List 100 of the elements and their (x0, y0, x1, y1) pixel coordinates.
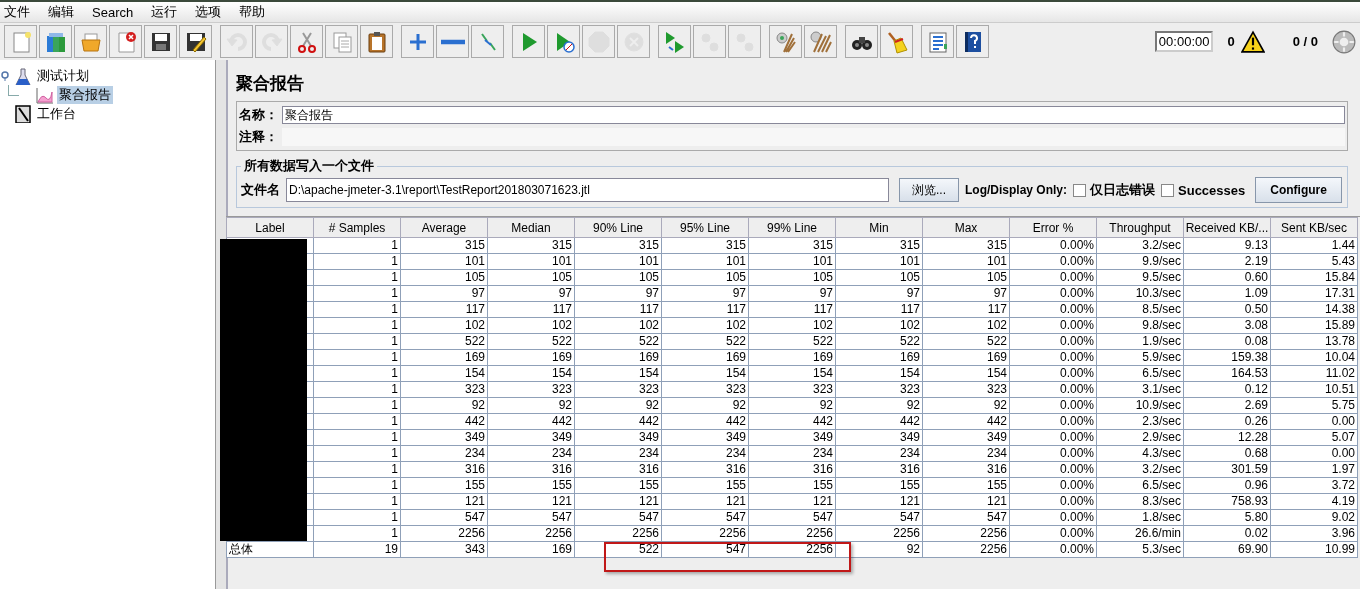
cut-button[interactable] (290, 25, 323, 58)
table-cell: 0.00% (1009, 461, 1097, 478)
table-cell: 0.50 (1183, 301, 1271, 318)
table-cell: 155 (748, 477, 836, 494)
table-cell: 0.00% (1009, 413, 1097, 430)
column-header[interactable]: Max (922, 217, 1010, 238)
column-header[interactable]: # Samples (313, 217, 401, 238)
clear-button[interactable] (769, 25, 802, 58)
table-cell: 0.00% (1009, 317, 1097, 334)
table-cell: 154 (400, 365, 488, 382)
table-cell: 9.5/sec (1096, 269, 1184, 286)
start-no-pause-button[interactable] (547, 25, 580, 58)
configure-button[interactable]: Configure (1255, 177, 1342, 203)
checkbox-label[interactable]: Successes (1178, 182, 1246, 198)
table-cell: 121 (922, 493, 1010, 510)
table-cell: 2256 (922, 525, 1010, 542)
table-cell: 3.2/sec (1096, 237, 1184, 254)
column-header[interactable]: Min (835, 217, 923, 238)
table-cell: 349 (922, 429, 1010, 446)
remote-start-button[interactable] (658, 25, 691, 58)
open-button[interactable] (74, 25, 107, 58)
column-header[interactable]: Received KB/... (1183, 217, 1271, 238)
table-cell: 1 (313, 477, 401, 494)
close-button[interactable] (109, 25, 142, 58)
table-cell: 2256 (661, 525, 749, 542)
table-cell: 169 (574, 349, 662, 366)
checkbox[interactable] (1161, 183, 1175, 197)
menu-item[interactable]: 编辑 (48, 3, 82, 21)
menu-item[interactable]: 文件 (4, 3, 38, 21)
functions-button[interactable] (921, 25, 954, 58)
table-cell: 3.2/sec (1096, 461, 1184, 478)
table-cell: 5.9/sec (1096, 349, 1184, 366)
table-cell: 522 (748, 333, 836, 350)
expand-button[interactable] (401, 25, 434, 58)
table-cell: 547 (487, 509, 575, 526)
table-cell: 9.9/sec (1096, 253, 1184, 270)
table-cell: 155 (661, 477, 749, 494)
table-cell: 117 (661, 301, 749, 318)
tree-item[interactable]: 工作台 (35, 104, 78, 123)
table-cell: 97 (661, 285, 749, 302)
panel-title: 聚合报告 (236, 73, 305, 95)
table-cell: 155 (835, 477, 923, 494)
table-cell: 169 (400, 349, 488, 366)
column-header[interactable]: Sent KB/sec (1270, 217, 1358, 238)
table-cell: 349 (400, 429, 488, 446)
table-cell: 92 (487, 397, 575, 414)
column-header[interactable]: 90% Line (574, 217, 662, 238)
column-header[interactable]: Median (487, 217, 575, 238)
tree-item[interactable]: 聚合报告 (57, 85, 113, 104)
collapse-button[interactable] (436, 25, 469, 58)
table-cell: 92 (922, 397, 1010, 414)
save-as-button[interactable] (179, 25, 212, 58)
table-cell: 5.3/sec (1096, 541, 1184, 558)
save-button[interactable] (144, 25, 177, 58)
column-header[interactable]: Throughput (1096, 217, 1184, 238)
table-cell: 105 (400, 269, 488, 286)
elapsed-timer: 00:00:00 (1154, 31, 1214, 52)
table-cell: 92 (835, 397, 923, 414)
table-cell: 0.00% (1009, 253, 1097, 270)
table-cell: 105 (661, 269, 749, 286)
tree-item[interactable]: 测试计划 (35, 66, 91, 85)
menu-item[interactable]: 选项 (195, 3, 230, 21)
table-cell: 92 (574, 397, 662, 414)
help-button[interactable] (956, 25, 989, 58)
column-header[interactable]: Error % (1009, 217, 1097, 238)
table-cell: 349 (487, 429, 575, 446)
table-cell: 121 (661, 493, 749, 510)
warning-icon[interactable] (1240, 29, 1265, 54)
toggle-button[interactable] (471, 25, 504, 58)
table-cell: 522 (574, 333, 662, 350)
table-cell: 343 (400, 541, 488, 558)
column-header[interactable]: 95% Line (661, 217, 749, 238)
column-header[interactable]: Average (400, 217, 488, 238)
name-field[interactable]: 聚合报告 (282, 106, 1345, 124)
templates-button[interactable] (39, 25, 72, 58)
browse-button[interactable]: 浏览... (899, 178, 959, 202)
menu-item[interactable]: 运行 (151, 3, 186, 21)
table-cell: 92 (400, 397, 488, 414)
column-header[interactable]: 99% Line (748, 217, 836, 238)
table-cell: 105 (748, 269, 836, 286)
column-header[interactable]: Label (226, 217, 314, 238)
menu-item[interactable]: 帮助 (239, 3, 274, 21)
table-cell: 0.68 (1183, 445, 1271, 462)
checkbox[interactable] (1073, 183, 1087, 197)
table-cell: 97 (400, 285, 488, 302)
search-button[interactable] (845, 25, 878, 58)
table-cell: 1 (313, 349, 401, 366)
table-cell: 0.60 (1183, 269, 1271, 286)
menu-item[interactable]: Search (92, 4, 142, 20)
table-cell: 315 (661, 237, 749, 254)
checkbox-label[interactable]: 仅日志错误 (1090, 181, 1156, 199)
new-button[interactable] (4, 25, 37, 58)
table-cell: 154 (835, 365, 923, 382)
start-button[interactable] (512, 25, 545, 58)
file-field[interactable]: D:\apache-jmeter-3.1\report\TestReport201803071623.jtl (286, 178, 889, 202)
table-cell: 234 (748, 445, 836, 462)
reset-search-button[interactable] (880, 25, 913, 58)
clear-all-button[interactable] (804, 25, 837, 58)
table-cell: 117 (748, 301, 836, 318)
paste-button[interactable] (360, 25, 393, 58)
